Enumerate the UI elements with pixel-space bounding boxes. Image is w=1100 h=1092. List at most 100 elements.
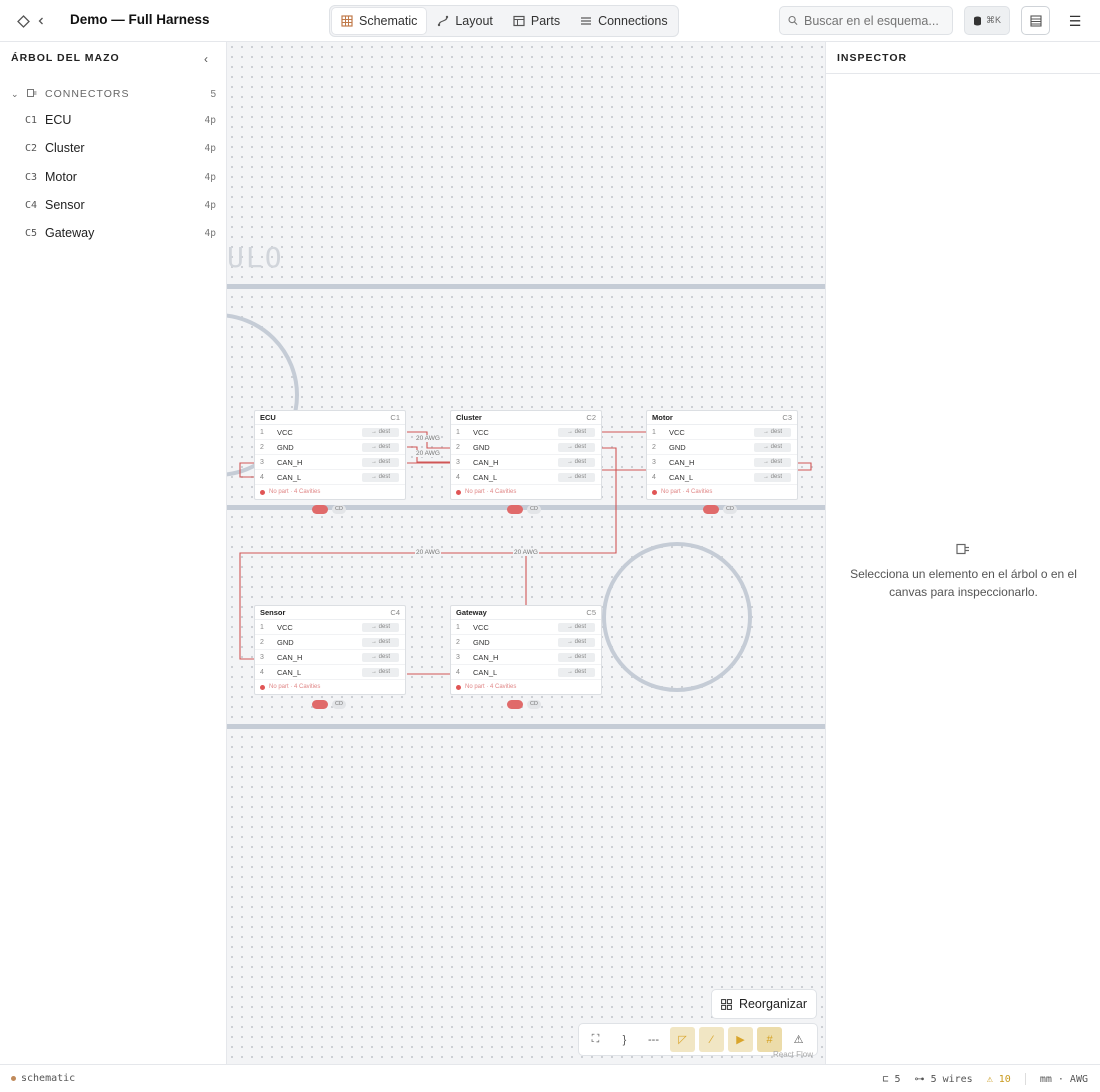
cd-badge[interactable]: CD (527, 505, 541, 514)
connector-header: Sensor C4 (255, 606, 405, 620)
diamond-logo-icon[interactable] (15, 13, 31, 29)
pin-row[interactable]: 1 VCC → dest (255, 425, 405, 440)
pin-dest-select[interactable]: → dest (362, 653, 399, 662)
wire (798, 462, 812, 471)
cd-badge[interactable]: CD (527, 700, 541, 709)
pin-dest-select[interactable]: → dest (558, 458, 595, 467)
pin-dest-select[interactable]: → dest (754, 458, 791, 467)
pin-dest-select[interactable]: → dest (558, 623, 595, 632)
tab-parts[interactable]: Parts (504, 8, 569, 34)
collapse-chevron-icon[interactable]: ‹ (204, 52, 208, 66)
chevron-down-icon[interactable]: ⌄ (11, 89, 23, 100)
hash-icon[interactable]: # (757, 1027, 782, 1052)
connector-node-gateway[interactable]: Gateway C5 1 VCC → dest 2 GND → dest 3 CAN_H →… (450, 605, 602, 695)
pin-row[interactable]: 2 GND → dest (255, 635, 405, 650)
tree-item-sensor[interactable]: C4 Sensor 4p (25, 195, 216, 215)
wire-gauge-label: 20 AWG (415, 450, 441, 457)
pin-row[interactable]: 4 CAN_L → dest (255, 665, 405, 680)
pin-row[interactable]: 1 VCC → dest (451, 425, 601, 440)
tree-group-connectors[interactable]: ⌄ CONNECTORS 5 (11, 86, 216, 102)
loop-circle (602, 542, 752, 692)
pin-name: CAN_H (473, 457, 499, 467)
pin-dest-select[interactable]: → dest (754, 473, 791, 482)
pin-row[interactable]: 4 CAN_L → dest (451, 470, 601, 485)
pin-dest-select[interactable]: → dest (558, 428, 595, 437)
connector-node-ecu[interactable]: ECU C1 1 VCC → dest 2 GND → dest 3 CAN_H → des… (254, 410, 406, 500)
status-badge[interactable] (507, 700, 523, 709)
pin-name: CAN_L (277, 667, 302, 677)
pin-name: VCC (277, 427, 293, 437)
connector-node-sensor[interactable]: Sensor C4 1 VCC → dest 2 GND → dest 3 CAN_H → … (254, 605, 406, 695)
pin-row[interactable]: 3 CAN_H → dest (451, 455, 601, 470)
tree-item-ecu[interactable]: C1 ECU 4p (25, 110, 216, 130)
triangle-tool-icon[interactable]: ◸ (670, 1027, 695, 1052)
tree-item-gateway[interactable]: C5 Gateway 4p (25, 223, 216, 243)
pin-dest-select[interactable]: → dest (362, 473, 399, 482)
pin-dest-select[interactable]: → dest (362, 443, 399, 452)
pin-row[interactable]: 2 GND → dest (451, 635, 601, 650)
dashed-line-icon[interactable]: --- (641, 1027, 666, 1052)
pin-row[interactable]: 1 VCC → dest (451, 620, 601, 635)
status-badge[interactable] (312, 505, 328, 514)
pin-dest-select[interactable]: → dest (362, 668, 399, 677)
connector-node-cluster[interactable]: Cluster C2 1 VCC → dest 2 GND → dest 3 CAN_H →… (450, 410, 602, 500)
status-mode: schematic (21, 1073, 76, 1084)
pin-dest-select[interactable]: → dest (754, 428, 791, 437)
pin-row[interactable]: 1 VCC → dest (255, 620, 405, 635)
pin-row[interactable]: 4 CAN_L → dest (647, 470, 797, 485)
pin-name: GND (277, 637, 294, 647)
tree-item-cluster[interactable]: C2 Cluster 4p (25, 138, 216, 158)
pin-name: VCC (473, 427, 489, 437)
pin-number: 4 (260, 473, 264, 481)
pin-row[interactable]: 2 GND → dest (451, 440, 601, 455)
pin-dest-select[interactable]: → dest (362, 458, 399, 467)
pin-dest-select[interactable]: → dest (362, 428, 399, 437)
pin-dest-select[interactable]: → dest (558, 638, 595, 647)
pin-dest-select[interactable]: → dest (754, 443, 791, 452)
status-badge[interactable] (312, 700, 328, 709)
warning-icon[interactable]: ⚠ (786, 1027, 811, 1052)
pin-dest-select[interactable]: → dest (362, 623, 399, 632)
tab-layout[interactable]: Layout (428, 8, 502, 34)
pin-dest-select[interactable]: → dest (362, 638, 399, 647)
search-input[interactable] (804, 13, 944, 28)
pin-row[interactable]: 1 VCC → dest (647, 425, 797, 440)
connector-name: ECU (260, 413, 276, 422)
pin-row[interactable]: 2 GND → dest (647, 440, 797, 455)
status-badge[interactable] (507, 505, 523, 514)
slash-tool-icon[interactable]: ⁄ (699, 1027, 724, 1052)
back-chevron-icon[interactable] (33, 13, 49, 29)
command-palette-button[interactable]: ⌘K (964, 6, 1010, 35)
tab-schematic[interactable]: Schematic (332, 8, 427, 34)
reorganize-button[interactable]: Reorganizar (711, 989, 817, 1019)
bracket-icon[interactable]: } (612, 1027, 637, 1052)
fit-view-icon[interactable]: ⛶ (583, 1027, 608, 1052)
cd-badge[interactable]: CD (332, 700, 346, 709)
schematic-canvas[interactable]: ULO 20 AWG 20 AWG 20 AWG 20 AWG ECU C1 1… (227, 42, 825, 1064)
connector-name: Cluster (456, 413, 482, 422)
toggle-panel-button[interactable] (1021, 6, 1050, 35)
status-badge[interactable] (703, 505, 719, 514)
react-flow-attribution[interactable]: React Flow (773, 1050, 813, 1059)
cd-badge[interactable]: CD (332, 505, 346, 514)
pin-row[interactable]: 4 CAN_L → dest (451, 665, 601, 680)
cd-badge[interactable]: CD (723, 505, 737, 514)
pin-dest-select[interactable]: → dest (558, 668, 595, 677)
pin-row[interactable]: 3 CAN_H → dest (451, 650, 601, 665)
pin-row[interactable]: 3 CAN_H → dest (647, 455, 797, 470)
pin-row[interactable]: 3 CAN_H → dest (255, 455, 405, 470)
pin-row[interactable]: 4 CAN_L → dest (255, 470, 405, 485)
pin-dest-select[interactable]: → dest (558, 473, 595, 482)
search-box[interactable] (779, 6, 953, 35)
pin-row[interactable]: 2 GND → dest (255, 440, 405, 455)
warning-count-stat[interactable]: ⚠ 10 (987, 1074, 1011, 1085)
tree-item-motor[interactable]: C3 Motor 4p (25, 167, 216, 187)
pin-dest-select[interactable]: → dest (558, 653, 595, 662)
pin-dest-select[interactable]: → dest (558, 443, 595, 452)
pin-row[interactable]: 3 CAN_H → dest (255, 650, 405, 665)
warning-icon: ⚠ (986, 1073, 993, 1085)
play-icon[interactable]: ▶ (728, 1027, 753, 1052)
tab-connections[interactable]: Connections (571, 8, 677, 34)
connector-node-motor[interactable]: Motor C3 1 VCC → dest 2 GND → dest 3 CAN_H → d… (646, 410, 798, 500)
hamburger-menu-icon[interactable]: ☰ (1066, 12, 1084, 30)
